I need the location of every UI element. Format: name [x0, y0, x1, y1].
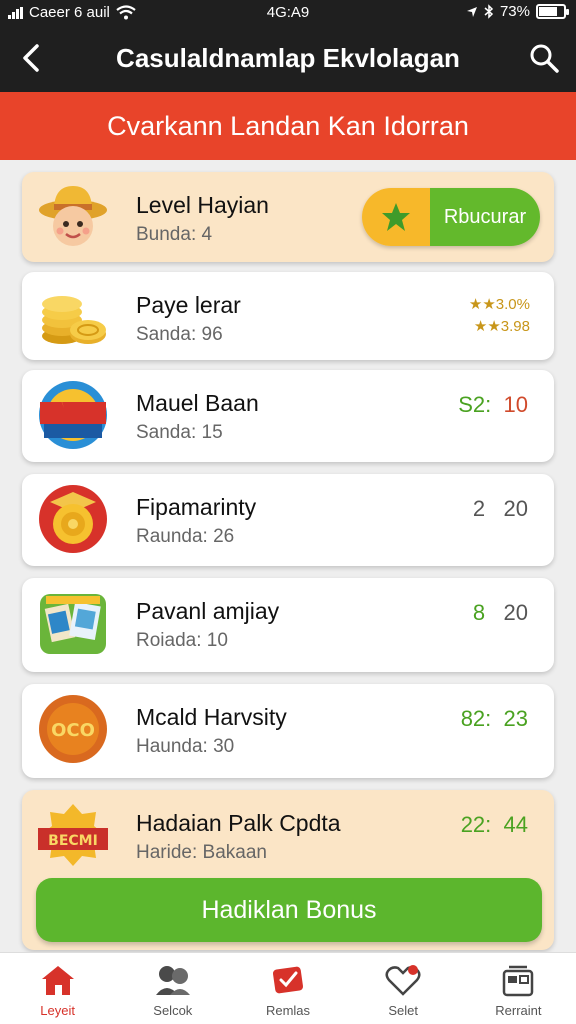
level-score: 82: 23: [461, 706, 528, 732]
bonus-badge-icon: BECMI: [38, 804, 108, 866]
level-name: Mauel Baan: [136, 390, 259, 416]
level-name: Paye lerar: [136, 292, 241, 318]
level-card[interactable]: Paye lerar Sanda: 96 ★★3.0% ★★3.98: [22, 272, 554, 360]
upgrade-button-label: Rbucurar: [430, 188, 540, 246]
level-name: Fipamarinty: [136, 494, 257, 520]
search-icon[interactable]: [526, 40, 562, 76]
gold-coin-icon: [39, 485, 107, 553]
page-title: Casulaldnamlap Ekvlolagan: [116, 43, 460, 73]
medal-icon: OCO: [39, 695, 107, 763]
gold-coins-icon: [42, 296, 106, 344]
svg-text:BECMI: BECMI: [48, 833, 98, 849]
level-round: Sanda: 96: [136, 324, 223, 345]
level-round: Roiada: 10: [136, 630, 228, 651]
level-name: Pavanl amjiay: [136, 598, 280, 624]
app-header: Casulaldnamlap Ekvlolagan: [0, 26, 576, 92]
score-right: 10: [503, 392, 528, 417]
users-icon: [155, 966, 190, 995]
promo-banner: Cvarkann Landan Kan Idorran: [0, 92, 576, 160]
level-name: Mcald Harvsity: [136, 704, 287, 730]
level-card[interactable]: Pavanl amjiay Roiada: 10 8 20: [22, 578, 554, 672]
rating-stars: ★★3.0% ★★3.98: [469, 294, 530, 338]
score-right: 20: [503, 496, 528, 521]
star-icon-wrap: [362, 188, 430, 246]
home-icon: [41, 966, 74, 995]
nav-item-tickets[interactable]: Remlas: [230, 953, 345, 1024]
bonus-button[interactable]: Hadiklan Bonus: [36, 878, 542, 942]
upgrade-button[interactable]: Rbucurar: [362, 188, 540, 246]
star-icon: [382, 203, 410, 231]
nav-item-home[interactable]: Leyeit: [0, 953, 115, 1024]
battery-fill: [539, 7, 557, 16]
bluetooth-icon: [484, 4, 494, 19]
cowboy-avatar-icon: [39, 186, 107, 246]
score-left: 8: [472, 600, 486, 625]
back-arrow-icon[interactable]: [14, 40, 50, 76]
level-card[interactable]: Fipamarinty Raunda: 26 2 20: [22, 474, 554, 566]
score-right: 23: [503, 706, 528, 731]
score-left: 82:: [460, 706, 492, 731]
rating-line: ★★3.0%: [468, 296, 530, 313]
nav-item-favorites[interactable]: Selet: [346, 953, 461, 1024]
location-icon: [466, 6, 477, 17]
score-right: 44: [503, 812, 528, 837]
level-round: Sanda: 15: [136, 422, 223, 443]
nav-label: Rerraint: [495, 1003, 542, 1018]
level-score: 2 20: [473, 496, 528, 522]
gift-icon: [503, 965, 534, 997]
level-card[interactable]: Mauel Baan Sanda: 15 S2: 10: [22, 370, 554, 462]
level-name: Hadaian Palk Cpdta: [136, 810, 341, 836]
score-right: 20: [503, 600, 528, 625]
battery-icon: [536, 4, 569, 19]
bottom-nav: Leyeit Selcok Remlas Selet Rerraint: [0, 952, 576, 1024]
level-score: 22: 44: [461, 812, 528, 838]
level-score: 8 20: [473, 600, 528, 626]
score-left: 22:: [460, 812, 492, 837]
level-card[interactable]: OCO Mcald Harvsity Haunda: 30 82: 23: [22, 684, 554, 778]
cards-icon: [40, 594, 106, 654]
badge-icon: [39, 381, 107, 449]
ticket-icon: [272, 966, 304, 994]
level-card[interactable]: Level Hayian Bunda: 4 Rbucurar: [22, 172, 554, 262]
level-round: Bunda: 4: [136, 224, 213, 245]
nav-label: Leyeit: [40, 1003, 75, 1018]
level-round: Haunda: 30: [136, 736, 235, 757]
heart-icon: [385, 965, 421, 996]
level-round: Haride: Bakaan: [136, 842, 267, 863]
nav-item-users[interactable]: Selcok: [115, 953, 230, 1024]
nav-label: Remlas: [265, 1003, 311, 1018]
score-left: S2:: [458, 392, 492, 417]
score-left: 2: [472, 496, 486, 521]
status-bar: Caeer 6 auil 4G:A9 73%: [0, 0, 576, 26]
level-round: Raunda: 26: [136, 526, 235, 547]
level-score: S2: 10: [458, 392, 528, 418]
level-name: Level Hayian: [136, 192, 269, 218]
nav-label: Selcok: [153, 1003, 193, 1018]
nav-label: Selet: [388, 1003, 419, 1018]
status-right: 73%: [466, 3, 569, 20]
svg-text:OCO: OCO: [51, 720, 95, 741]
nav-item-rewards[interactable]: Rerraint: [461, 953, 576, 1024]
battery-percent: 73%: [499, 3, 530, 20]
rating-line: ★★3.98: [473, 318, 530, 335]
